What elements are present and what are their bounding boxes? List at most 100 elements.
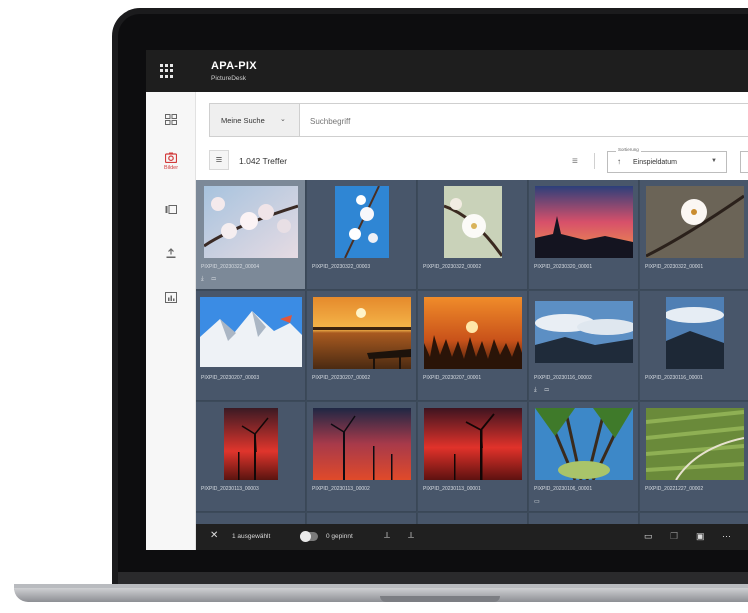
thumbnail-image (444, 186, 502, 258)
image-tile[interactable]: PIXPID_20230207_00003 (196, 291, 306, 401)
laptop-mockup: APA-PIX PictureDesk Bilder Meine Suche ⌄… (0, 0, 748, 613)
chevron-down-icon: ⌄ (280, 116, 286, 123)
selection-bar: ✕ 1 ausgewählt 0 gepinnt ⟂ ⟂ ▭ ❐ ▣ ⋯ (196, 524, 748, 550)
search-bar: Meine Suche ⌄ (209, 103, 748, 137)
arrow-up-icon[interactable]: ↑ (617, 157, 621, 166)
more-icon[interactable]: ⋯ (722, 531, 731, 542)
image-tile[interactable]: PIXPID_20230113_00001 (418, 402, 528, 512)
thumbnail-image (424, 297, 522, 369)
image-tile[interactable]: PIXPID_20230116_00001 (640, 291, 748, 401)
sort-select[interactable]: Sortierung ↑ Einspieldatum ▼ (607, 147, 727, 173)
image-tile[interactable]: PIXPID_20221227_00002 (640, 402, 748, 512)
image-caption: PIXPID_20230116_00001 (645, 375, 703, 381)
image-tile[interactable]: PIXPID_20230207_00002 (307, 291, 417, 401)
dashboard-icon (165, 114, 177, 125)
thumbnail-image (224, 408, 278, 480)
sliders-icon: ≡ (215, 154, 223, 166)
filter-button[interactable]: ≡ (209, 150, 229, 170)
thumbnail-image (335, 186, 389, 258)
lightbox-icon[interactable]: ▭ (644, 531, 653, 542)
thumbnail-image (424, 408, 522, 480)
sort-value: Einspieldatum (633, 159, 677, 166)
pinned-count: 0 gepinnt (326, 533, 353, 540)
search-scope-select[interactable]: Meine Suche ⌄ (210, 104, 300, 136)
thumbnail-image (200, 297, 302, 367)
image-tile[interactable] (418, 513, 528, 524)
tile-tools[interactable]: ⤓ ▭ (534, 387, 552, 394)
image-caption: PIXPID_20230322_00002 (423, 264, 482, 270)
app-header: APA-PIX PictureDesk (146, 50, 748, 92)
image-tile[interactable] (640, 513, 748, 524)
image-caption: PIXPID_20230113_00001 (423, 486, 481, 492)
laptop-notch (380, 596, 500, 602)
grid-apps-icon[interactable] (160, 64, 174, 78)
app-subtitle: PictureDesk (211, 75, 247, 82)
thumbnail-image (535, 186, 633, 258)
image-caption: PIXPID_20230113_00003 (201, 486, 259, 492)
tune-icon[interactable]: ≡ (572, 156, 578, 167)
sidebar-item-statistics[interactable] (146, 292, 196, 303)
thumbnail-image (646, 186, 744, 258)
caret-down-icon: ▼ (711, 158, 717, 164)
thumbnail-image (535, 301, 633, 363)
pin-toggle[interactable] (300, 531, 318, 542)
image-caption: PIXPID_20230116_00002 (534, 375, 592, 381)
image-tile[interactable]: PIXPID_20230322_00003 (307, 180, 417, 290)
video-icon (165, 205, 177, 214)
image-tile[interactable]: PIXPID_20230322_00004 ⤓ ▭ (196, 180, 306, 290)
image-caption: PIXPID_20230207_00003 (201, 375, 260, 381)
copy-icon[interactable]: ❐ (670, 531, 678, 542)
sidebar-item-video[interactable] (146, 204, 196, 215)
app-title: APA-PIX (211, 60, 257, 72)
sidebar-item-label: Bilder (163, 165, 179, 171)
image-caption: PIXPID_20230322_00001 (645, 264, 704, 270)
image-caption: PIXPID_20230322_00004 (201, 264, 260, 270)
hit-count: 1.042 Treffer (239, 156, 288, 166)
image-grid: PIXPID_20230322_00004 ⤓ ▭ PIXPID_2023032… (196, 180, 748, 524)
main-content: Meine Suche ⌄ ≡ 1.042 Treffer ≡ Sortieru… (196, 92, 748, 550)
image-tile[interactable]: PIXPID_20230113_00002 (307, 402, 417, 512)
tile-tools[interactable]: ▭ (534, 498, 543, 505)
image-caption: PIXPID_20221227_00002 (645, 486, 704, 492)
thumbnail-image (535, 408, 633, 480)
image-caption: PIXPID_20230322_00003 (312, 264, 371, 270)
upload-icon (166, 248, 176, 258)
image-caption: PIXPID_20230113_00002 (312, 486, 370, 492)
image-tile[interactable] (529, 513, 639, 524)
sort-legend: Sortierung (616, 147, 641, 152)
thumbnail-image (646, 408, 744, 480)
image-tile[interactable] (307, 513, 417, 524)
thumbnail-image (313, 297, 411, 369)
thumbnail-image (204, 186, 298, 258)
image-tile[interactable]: PIXPID_20230116_00002 ⤓ ▭ (529, 291, 639, 401)
app-screen: APA-PIX PictureDesk Bilder Meine Suche ⌄… (146, 50, 748, 550)
image-tile[interactable]: PIXPID_20230207_00001 (418, 291, 528, 401)
selected-count: 1 ausgewählt (232, 533, 271, 540)
image-tile[interactable]: PIXPID_20230113_00003 (196, 402, 306, 512)
sidebar-item-bilder[interactable]: Bilder (146, 152, 196, 171)
camera-icon (165, 152, 177, 163)
sidebar-item-upload[interactable] (146, 248, 196, 259)
tile-tools[interactable]: ⤓ ▭ (201, 276, 219, 283)
image-caption: PIXPID_20230207_00002 (312, 375, 371, 381)
pin-icon[interactable]: ⟂ (384, 530, 390, 541)
image-tile[interactable]: PIXPID_20230106_00001 ▭ (529, 402, 639, 512)
sidebar-item-dashboard[interactable] (146, 114, 196, 125)
image-caption: PIXPID_20230207_00001 (423, 375, 482, 381)
unpin-icon[interactable]: ⟂ (408, 530, 414, 541)
chart-icon (165, 292, 177, 303)
search-input[interactable] (310, 113, 610, 129)
image-tile[interactable]: PIXPID_20230322_00001 (640, 180, 748, 290)
sidebar: Bilder (146, 92, 196, 550)
image-tile[interactable] (196, 513, 306, 524)
thumbnail-image (313, 408, 411, 480)
thumbnail-image (666, 297, 724, 369)
folder-icon[interactable]: ▣ (696, 531, 705, 542)
image-caption: PIXPID_20230106_00001 (534, 486, 593, 492)
view-select[interactable] (740, 151, 748, 173)
image-caption: PIXPID_20230320_00001 (534, 264, 593, 270)
close-icon[interactable]: ✕ (210, 530, 218, 541)
image-tile[interactable]: PIXPID_20230320_00001 (529, 180, 639, 290)
image-tile[interactable]: PIXPID_20230322_00002 (418, 180, 528, 290)
divider (594, 153, 595, 169)
